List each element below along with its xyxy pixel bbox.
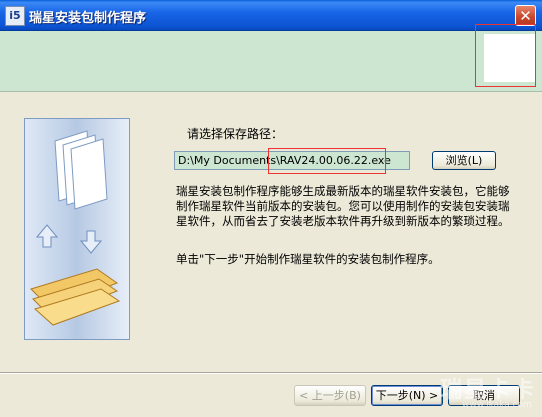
side-illustration: [24, 118, 130, 340]
back-button: < 上一步(B): [294, 385, 366, 406]
browse-button[interactable]: 浏览(L): [432, 151, 496, 170]
save-path-label: 请选择保存路径：: [187, 127, 284, 141]
header-band: [0, 31, 542, 92]
watermark-url: www.ikaka.com: [462, 400, 532, 410]
description-text: 瑞星安装包制作程序能够生成最新版本的瑞星软件安装包，它能够制作瑞星软件当前版本的…: [176, 184, 510, 228]
title-bar: i5 瑞星安装包制作程序 ✕: [0, 0, 542, 31]
document-stack-icon: [30, 130, 121, 326]
annotation-frame-header: [475, 24, 536, 87]
next-button[interactable]: 下一步(N) >: [371, 385, 443, 406]
close-button[interactable]: ✕: [515, 5, 536, 26]
annotation-frame-filename: [268, 148, 386, 174]
instruction-text: 单击"下一步"开始制作瑞星软件的安装包制作程序。: [176, 252, 440, 266]
window-title: 瑞星安装包制作程序: [29, 11, 147, 26]
app-icon: i5: [5, 6, 25, 26]
